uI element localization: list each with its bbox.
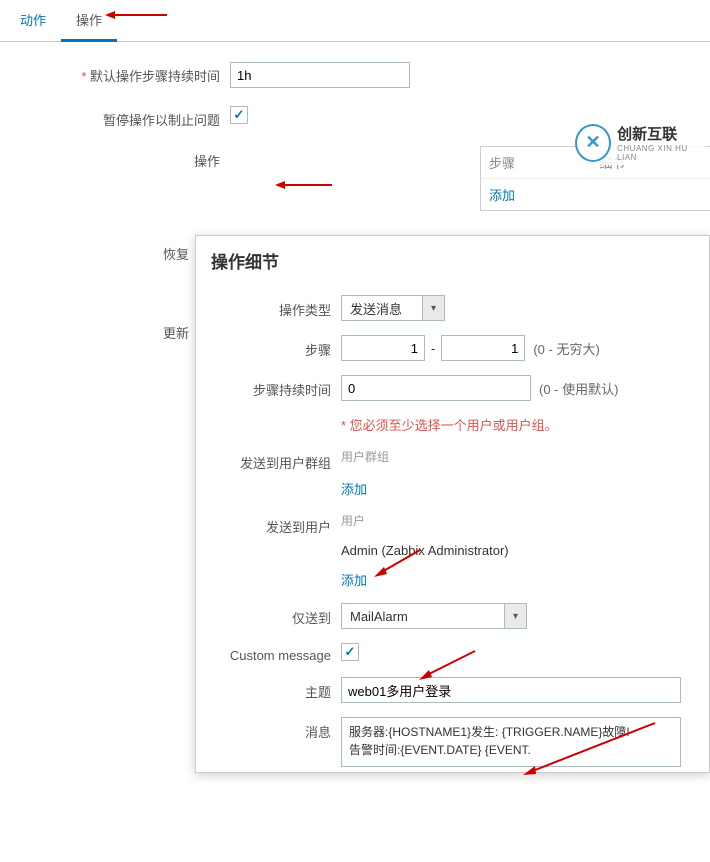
label-pause: 暂停操作以制止问题 (0, 106, 230, 129)
add-operation-link[interactable]: 添加 (489, 188, 515, 203)
tab-operation[interactable]: 操作 (61, 0, 117, 42)
operation-detail-modal: 操作细节 操作类型 发送消息 ▾ 步骤 - (0 - 无穷大) 步骤持续时间 (195, 235, 710, 773)
label-step-duration: 步骤持续时间 (196, 375, 341, 399)
watermark: ✕ 创新互联 CHUANG XIN HU LIAN (575, 120, 705, 165)
user-value: Admin (Zabbix Administrator) (341, 543, 694, 558)
step-duration-input[interactable] (341, 375, 531, 401)
arrow-annotation (275, 175, 335, 195)
error-message: 您必须至少选择一个用户或用户组。 (350, 418, 558, 433)
label-default-duration: 默认操作步骤持续时间 (0, 62, 230, 85)
custom-msg-checkbox[interactable] (341, 643, 359, 661)
step-hint: (0 - 无穷大) (525, 339, 599, 358)
pause-checkbox[interactable] (230, 106, 248, 124)
tab-bar: 动作 操作 (0, 0, 710, 42)
user-group-header: 用户群组 (341, 448, 694, 465)
watermark-logo-icon: ✕ (575, 124, 611, 162)
tab-action[interactable]: 动作 (5, 0, 61, 41)
sendto-select[interactable]: MailAlarm ▾ (341, 603, 527, 629)
add-user-link[interactable]: 添加 (341, 570, 694, 589)
user-header: 用户 (341, 512, 694, 529)
step-from-input[interactable] (341, 335, 425, 361)
default-duration-input[interactable] (230, 62, 410, 88)
add-user-group-link[interactable]: 添加 (341, 479, 694, 498)
label-sendto: 仅送到 (196, 603, 341, 627)
duration-hint: (0 - 使用默认) (531, 379, 618, 398)
chevron-down-icon[interactable]: ▾ (504, 604, 526, 628)
label-message: 消息 (196, 717, 341, 741)
label-user: 发送到用户 (196, 512, 341, 536)
label-subject: 主题 (196, 677, 341, 701)
step-dash: - (425, 341, 441, 356)
step-to-input[interactable] (441, 335, 525, 361)
label-custom-msg: Custom message (196, 643, 341, 663)
label-op-type: 操作类型 (196, 295, 341, 319)
op-type-select[interactable]: 发送消息 ▾ (341, 295, 445, 321)
label-update-partial: 更新 (163, 323, 189, 342)
label-user-group: 发送到用户群组 (196, 448, 341, 472)
label-operation: 操作 (0, 147, 230, 170)
label-steps: 步骤 (196, 335, 341, 359)
message-textarea[interactable]: 服务器:{HOSTNAME1}发生: {TRIGGER.NAME}故障! 告警时… (341, 717, 681, 767)
modal-title: 操作细节 (196, 236, 709, 285)
subject-input[interactable] (341, 677, 681, 703)
chevron-down-icon[interactable]: ▾ (422, 296, 444, 320)
label-recovery-partial: 恢复 (163, 244, 189, 263)
